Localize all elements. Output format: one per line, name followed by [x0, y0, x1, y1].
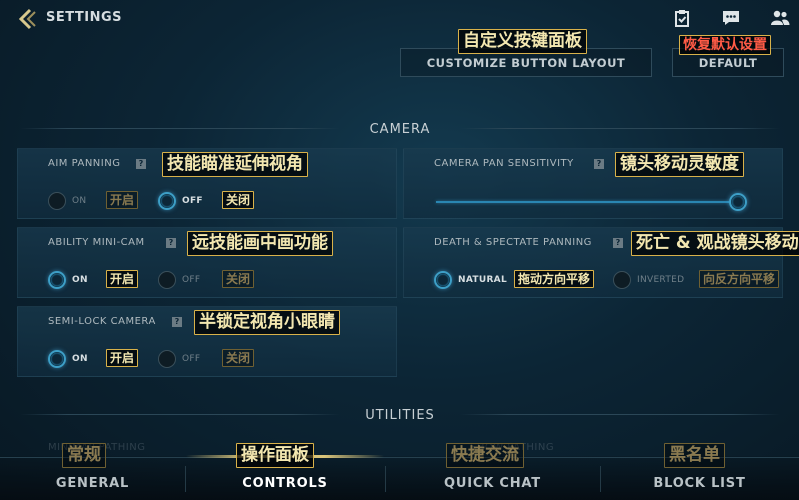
aim-panning-on-tag: 开启	[106, 191, 139, 209]
tab-controls-tag: 操作面板	[236, 443, 314, 468]
ability-mini-cam-on-label: ON	[72, 275, 88, 285]
semi-lock-camera-on-tag: 开启	[106, 349, 139, 367]
chat-icon[interactable]	[721, 9, 741, 27]
customize-button-tag: 自定义按键面板	[458, 29, 587, 54]
camera-pan-sensitivity-label: CAMERA PAN SENSITIVITY	[434, 158, 574, 169]
help-icon[interactable]: ?	[594, 159, 604, 169]
ability-mini-cam-label: ABILITY MINI-CAM	[48, 237, 145, 248]
tab-block-list-label: BLOCK LIST	[653, 476, 746, 491]
death-spectate-inverted-tag: 向反方向平移	[699, 270, 780, 288]
tab-general-label: GENERAL	[55, 476, 130, 491]
death-spectate-panning-tag: 死亡 & 观战镜头移动	[631, 231, 799, 256]
aim-panning-on-label: ON	[72, 196, 87, 206]
default-button-tag: 恢复默认设置	[679, 35, 771, 55]
semi-lock-camera-tag: 半锁定视角小眼睛	[194, 310, 340, 335]
help-icon[interactable]: ?	[613, 238, 623, 248]
camera-pan-sensitivity-slider-handle[interactable]	[729, 193, 747, 211]
section-utilities-heading: UTILITIES	[365, 407, 435, 423]
tab-general-tag: 常规	[62, 443, 106, 468]
semi-lock-camera-on-label: ON	[72, 354, 88, 364]
tab-block-list-tag: 黑名单	[664, 443, 725, 468]
ability-mini-cam-off-tag: 关闭	[222, 270, 255, 288]
mission-icon[interactable]	[672, 9, 692, 27]
aim-panning-on-radio[interactable]	[48, 192, 66, 210]
customize-button-label: CUSTOMIZE BUTTON LAYOUT	[426, 55, 626, 70]
ability-mini-cam-on-tag: 开启	[106, 270, 139, 288]
aim-panning-off-tag: 关闭	[222, 191, 255, 209]
ability-mini-cam-on-radio[interactable]	[48, 271, 66, 289]
aim-panning-tag: 技能瞄准延伸视角	[162, 152, 308, 177]
death-spectate-panning-label: DEATH & SPECTATE PANNING	[434, 237, 592, 248]
default-button-label: DEFAULT	[698, 55, 758, 70]
death-spectate-natural-label: NATURAL	[458, 275, 507, 285]
ability-mini-cam-off-radio[interactable]	[158, 271, 176, 289]
ability-mini-cam-off-label: OFF	[182, 275, 201, 285]
divider	[20, 128, 340, 129]
back-arrow-icon[interactable]	[16, 7, 40, 31]
help-icon[interactable]: ?	[136, 159, 146, 169]
ability-mini-cam-tag: 远技能画中画功能	[187, 231, 333, 256]
camera-pan-sensitivity-tag: 镜头移动灵敏度	[615, 152, 744, 177]
death-spectate-inverted-label: INVERTED	[637, 275, 685, 285]
help-icon[interactable]: ?	[172, 317, 182, 327]
semi-lock-camera-off-label: OFF	[182, 354, 201, 364]
divider	[460, 414, 780, 415]
semi-lock-camera-off-radio[interactable]	[158, 350, 176, 368]
page-title: SETTINGS	[46, 10, 123, 25]
friends-icon[interactable]	[770, 9, 790, 27]
aim-panning-label: AIM PANNING	[48, 158, 121, 169]
divider	[460, 128, 780, 129]
tab-controls-label: CONTROLS	[242, 476, 328, 491]
semi-lock-camera-label: SEMI-LOCK CAMERA	[48, 316, 156, 327]
death-spectate-natural-tag: 拖动方向平移	[514, 270, 595, 288]
help-icon[interactable]: ?	[166, 238, 176, 248]
tab-quick-chat-label: QUICK CHAT	[444, 476, 541, 491]
tab-quick-chat-tag: 快捷交流	[446, 443, 524, 468]
aim-panning-off-label: OFF	[182, 196, 203, 206]
section-camera-heading: CAMERA	[369, 121, 431, 137]
semi-lock-camera-on-radio[interactable]	[48, 350, 66, 368]
death-spectate-inverted-radio[interactable]	[613, 271, 631, 289]
death-spectate-natural-radio[interactable]	[434, 271, 452, 289]
aim-panning-off-radio[interactable]	[158, 192, 176, 210]
divider	[20, 414, 340, 415]
semi-lock-camera-off-tag: 关闭	[222, 349, 255, 367]
camera-pan-sensitivity-slider-track[interactable]	[436, 201, 736, 203]
